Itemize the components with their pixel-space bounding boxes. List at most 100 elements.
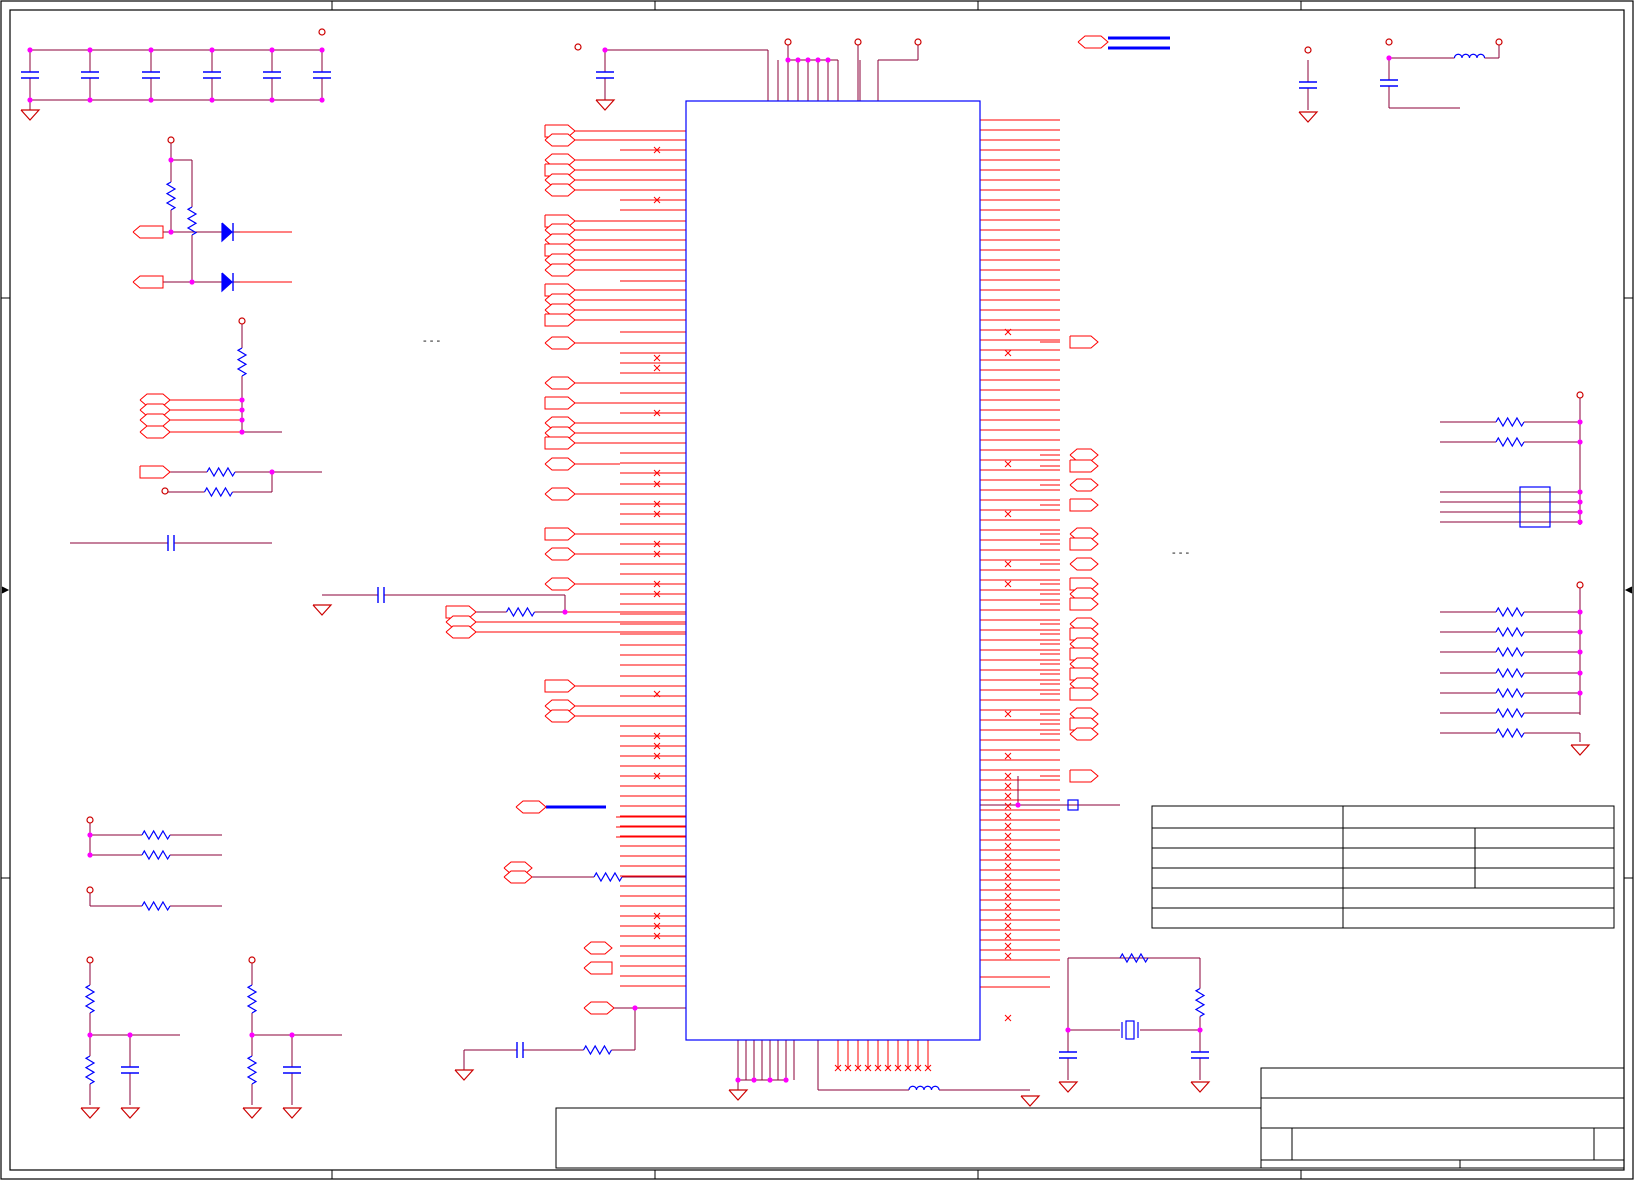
power-rail-icon <box>238 317 246 325</box>
junction-dot <box>239 417 245 423</box>
power-rail-icon <box>1385 38 1393 46</box>
ground-icon <box>595 99 616 111</box>
ground-icon <box>1020 1095 1041 1107</box>
revision-table <box>1151 805 1615 929</box>
net-flag-icon <box>544 263 576 277</box>
junction-dot <box>239 397 245 403</box>
notes-box <box>555 1107 1262 1169</box>
junction-dot <box>148 47 154 53</box>
junction-dot <box>1386 55 1392 61</box>
net-flag-icon <box>544 487 576 501</box>
net-flag-icon <box>515 800 547 814</box>
net-flag-icon <box>1069 335 1099 349</box>
junction-dot <box>785 57 791 63</box>
net-flag-icon <box>544 709 576 723</box>
junction-dot <box>1015 802 1021 808</box>
power-rail-icon <box>1576 581 1584 589</box>
net-flag-icon <box>132 225 164 239</box>
junction-dot <box>1577 670 1583 676</box>
inductor-icon <box>930 1085 940 1091</box>
junction-dot <box>209 97 215 103</box>
resistor-icon <box>1495 416 1525 428</box>
ground-icon <box>1058 1081 1079 1093</box>
resistor-icon <box>236 347 248 377</box>
ground-icon <box>120 1107 141 1119</box>
power-rail-icon <box>854 38 862 46</box>
junction-dot <box>783 1077 789 1083</box>
junction-dot <box>239 407 245 413</box>
inductor-icon <box>1476 53 1486 59</box>
power-rail-icon <box>86 816 94 824</box>
junction-dot <box>751 1077 757 1083</box>
resistor-icon <box>1119 952 1149 964</box>
ground-icon <box>728 1089 749 1101</box>
junction-dot <box>319 47 325 53</box>
net-flag-icon <box>1069 597 1099 611</box>
junction-dot <box>795 57 801 63</box>
junction-dot <box>1577 489 1583 495</box>
power-rail-icon <box>784 38 792 46</box>
junction-dot <box>562 609 568 615</box>
net-flag-icon <box>445 625 477 639</box>
net-flag-icon <box>544 396 576 410</box>
diode-icon <box>221 222 233 243</box>
junction-dot <box>319 97 325 103</box>
junction-dot <box>1577 649 1583 655</box>
junction-dot <box>1577 499 1583 505</box>
resistor-icon <box>1495 646 1525 658</box>
junction-dot <box>27 97 33 103</box>
junction-dot <box>87 852 93 858</box>
net-flag-icon <box>1069 687 1099 701</box>
net-flag-icon <box>139 413 171 427</box>
net-flag-icon <box>139 425 171 439</box>
ground-icon <box>1570 744 1591 756</box>
net-label-layer <box>132 35 1109 1015</box>
resistor-icon <box>1495 667 1525 679</box>
resistor-network <box>1519 486 1551 528</box>
net-flag-icon <box>583 941 613 955</box>
wire-layer <box>29 45 1581 1105</box>
junction-dot <box>602 47 608 53</box>
ground-icon <box>20 109 41 121</box>
junction-dot <box>27 47 33 53</box>
junction-layer <box>27 47 1583 1083</box>
inductor-icon <box>1461 53 1471 59</box>
power-rail-icon <box>86 956 94 964</box>
junction-dot <box>805 57 811 63</box>
junction-dot <box>249 1032 255 1038</box>
net-flag-icon <box>544 313 576 327</box>
junction-dot <box>1577 509 1583 515</box>
junction-dot <box>87 1032 93 1038</box>
power-rail-icon <box>1495 38 1503 46</box>
main-ic-body <box>685 100 981 1041</box>
title-box <box>1260 1067 1625 1169</box>
junction-dot <box>168 157 174 163</box>
junction-dot <box>1577 519 1583 525</box>
junction-dot <box>168 229 174 235</box>
net-flag-icon <box>1069 537 1099 551</box>
resistor-icon <box>141 829 171 841</box>
inductor-icon <box>923 1085 933 1091</box>
resistor-icon <box>203 486 234 498</box>
inductor-icon <box>1453 53 1463 59</box>
power-rail-icon <box>86 886 94 894</box>
junction-dot <box>269 97 275 103</box>
inductor-icon <box>908 1085 918 1091</box>
junction-dot <box>127 1032 133 1038</box>
crystal-icon <box>1125 1020 1135 1040</box>
resistor-icon <box>141 849 171 861</box>
junction-dot <box>87 832 93 838</box>
net-flag-icon <box>544 457 576 471</box>
junction-dot <box>289 1032 295 1038</box>
net-flag-icon <box>544 577 576 591</box>
resistor-icon <box>1495 606 1525 618</box>
diode-icon <box>221 272 233 293</box>
net-flag-icon <box>544 679 576 693</box>
arrow-left-edge <box>1 586 10 594</box>
net-flag-icon <box>544 336 576 350</box>
junction-dot <box>269 47 275 53</box>
resistor-icon <box>165 181 177 211</box>
junction-dot <box>1197 1027 1203 1033</box>
title-block <box>555 805 1625 1169</box>
net-flag-icon <box>1069 459 1099 473</box>
